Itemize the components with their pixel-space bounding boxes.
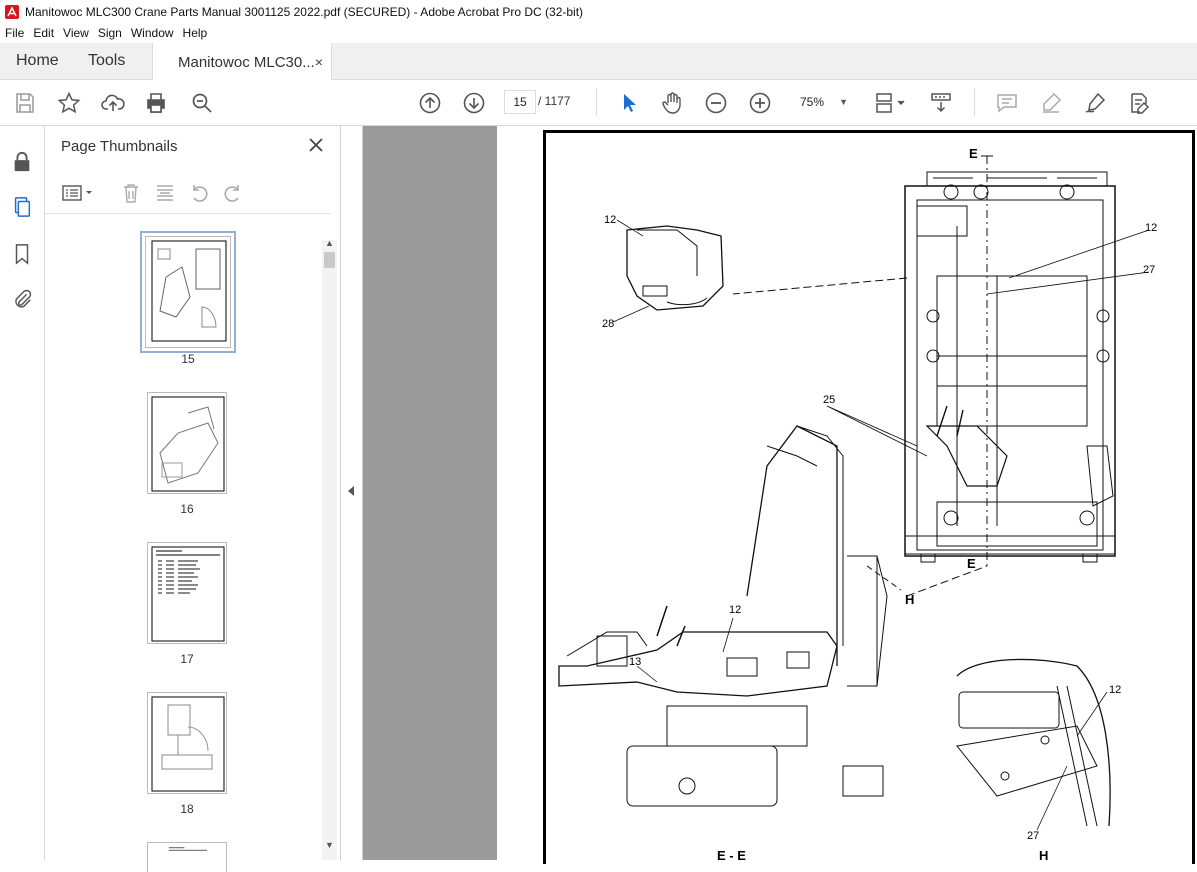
lock-icon[interactable] xyxy=(10,150,34,174)
zoom-value: 75% xyxy=(800,95,825,109)
page-number-input[interactable]: 15 xyxy=(504,90,536,114)
attachment-icon[interactable] xyxy=(10,287,34,311)
rotate-left-icon[interactable] xyxy=(188,182,210,204)
next-page-icon[interactable] xyxy=(462,91,486,115)
panel-title: Page Thumbnails xyxy=(61,138,178,155)
section-label: H xyxy=(1039,848,1049,863)
technical-drawing xyxy=(558,155,1150,831)
thumbnail-label: 16 xyxy=(180,502,194,516)
tab-document[interactable]: Manitowoc MLC30... × xyxy=(152,43,332,81)
chevron-down-icon: ▼ xyxy=(839,97,848,107)
tab-bar: Home Tools Manitowoc MLC30... × xyxy=(0,43,1197,81)
pdf-page: 12 28 12 27 25 12 13 12 27 E E H E - E H xyxy=(497,126,1197,864)
tab-tools[interactable]: Tools xyxy=(76,43,152,79)
menu-window[interactable]: Window xyxy=(127,26,179,40)
menu-sign[interactable]: Sign xyxy=(94,26,127,40)
toolbar-divider xyxy=(596,88,597,116)
thumbnail-page-16[interactable] xyxy=(147,392,227,494)
callout-label: 12 xyxy=(1145,222,1158,234)
thumbnail-page-17[interactable] xyxy=(147,542,227,644)
menu-bar: File Edit View Sign Window Help xyxy=(0,23,1197,43)
section-label: E xyxy=(967,556,976,571)
tab-document-label: Manitowoc MLC30... xyxy=(178,53,315,71)
callout-label: 28 xyxy=(602,318,615,330)
menu-file[interactable]: File xyxy=(0,26,29,40)
thumbnail-page-15[interactable] xyxy=(140,231,236,353)
panel-toolbar xyxy=(45,176,331,214)
scroll-up-icon[interactable]: ▲ xyxy=(325,238,334,248)
zoom-select[interactable]: 75% ▼ xyxy=(790,90,852,114)
scrollbar-thumb[interactable] xyxy=(324,252,335,268)
select-cursor-icon[interactable] xyxy=(617,91,641,115)
page-thumbnails-panel: Page Thumbnails 15 16 17 18 ▲ ▼ xyxy=(45,126,341,872)
thumbnail-label: 18 xyxy=(180,802,194,816)
callout-label: 13 xyxy=(629,656,642,668)
fill-sign-icon[interactable] xyxy=(1127,91,1151,115)
page-display-icon[interactable] xyxy=(874,91,908,115)
delete-page-icon[interactable] xyxy=(120,182,142,204)
panel-collapse-handle[interactable] xyxy=(341,126,363,860)
zoom-out-icon[interactable] xyxy=(704,91,728,115)
scroll-mode-icon[interactable] xyxy=(929,91,953,115)
highlight-icon[interactable] xyxy=(1039,91,1063,115)
sign-icon[interactable] xyxy=(1083,91,1107,115)
toolbar-divider xyxy=(974,88,975,116)
document-viewport[interactable]: 12 28 12 27 25 12 13 12 27 E E H E - E H xyxy=(363,126,1197,864)
main-toolbar: 15 / 1177 75% ▼ xyxy=(0,80,1197,126)
close-icon[interactable] xyxy=(307,136,325,154)
zoom-in-icon[interactable] xyxy=(748,91,772,115)
thumbnail-table-icon xyxy=(151,546,225,642)
thumbnail-drawing-icon xyxy=(151,396,225,492)
menu-help[interactable]: Help xyxy=(179,26,213,40)
acrobat-logo-icon xyxy=(5,4,19,19)
tab-home[interactable]: Home xyxy=(0,43,76,79)
callout-label: 12 xyxy=(729,604,742,616)
menu-edit[interactable]: Edit xyxy=(29,26,59,40)
section-label: H xyxy=(905,592,915,607)
callout-label: 25 xyxy=(823,394,836,406)
thumbnail-label: 15 xyxy=(181,352,195,366)
title-bar: Manitowoc MLC300 Crane Parts Manual 3001… xyxy=(0,0,1197,23)
window-title: Manitowoc MLC300 Crane Parts Manual 3001… xyxy=(25,4,584,19)
scroll-down-icon[interactable]: ▼ xyxy=(325,840,334,850)
thumbnails-scrollbar[interactable]: ▲ ▼ xyxy=(322,238,337,860)
hand-icon[interactable] xyxy=(660,91,684,115)
find-icon[interactable] xyxy=(190,91,214,115)
page-thumbnails-icon[interactable] xyxy=(10,195,34,219)
section-label: E - E xyxy=(717,848,746,863)
prev-page-icon[interactable] xyxy=(418,91,442,115)
thumbnail-drawing-icon xyxy=(151,240,227,342)
thumbnail-table-icon xyxy=(168,847,208,851)
callout-label: 12 xyxy=(604,214,617,226)
options-menu-icon[interactable] xyxy=(61,182,95,204)
rotate-right-icon[interactable] xyxy=(222,182,244,204)
thumbnail-drawing-icon xyxy=(151,696,225,792)
page-total-label: / 1177 xyxy=(538,94,571,108)
callout-label: 12 xyxy=(1109,684,1122,696)
callout-label: 27 xyxy=(1143,264,1156,276)
bookmark-icon[interactable] xyxy=(10,242,34,266)
extract-page-icon[interactable] xyxy=(154,182,176,204)
callout-label: 27 xyxy=(1027,830,1040,842)
tab-close-button[interactable]: × xyxy=(315,54,323,70)
save-icon[interactable] xyxy=(13,91,37,115)
thumbnail-page-18[interactable] xyxy=(147,692,227,794)
left-rail xyxy=(0,126,45,860)
menu-view[interactable]: View xyxy=(59,26,94,40)
comment-icon[interactable] xyxy=(995,91,1019,115)
section-label: E xyxy=(969,146,978,161)
thumbnail-page-partial[interactable] xyxy=(147,842,227,872)
print-icon[interactable] xyxy=(144,91,168,115)
upload-icon[interactable] xyxy=(101,91,125,115)
collapse-arrow-icon xyxy=(348,486,354,496)
star-icon[interactable] xyxy=(57,91,81,115)
thumbnail-label: 17 xyxy=(180,652,194,666)
